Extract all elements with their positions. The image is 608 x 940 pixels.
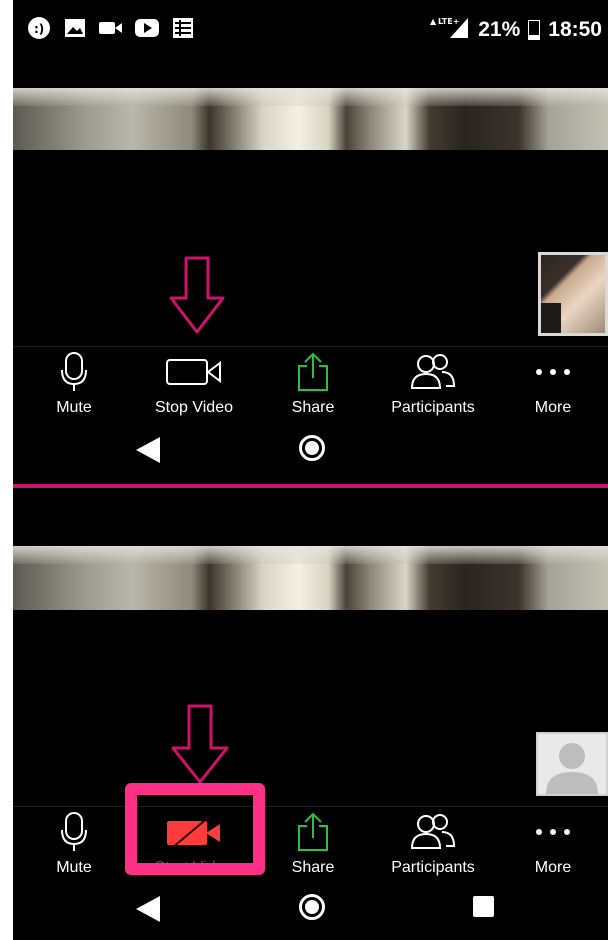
mute-label: Mute: [56, 399, 92, 416]
share-button[interactable]: Share: [253, 347, 373, 422]
participants-label: Participants: [391, 859, 475, 876]
more-button[interactable]: More: [493, 347, 608, 422]
more-label: More: [534, 399, 572, 416]
notification-icons: :): [27, 17, 195, 39]
highlight-box-annotation: [125, 783, 265, 875]
participants-label: Participants: [391, 399, 475, 416]
network-type: LTE+: [438, 17, 459, 26]
clock: 18:50: [548, 18, 602, 41]
svg-text:▲: ▲: [430, 17, 437, 26]
self-video-thumbnail-off[interactable]: [536, 732, 608, 796]
video-camera-icon: [134, 351, 254, 393]
participants-icon: [373, 811, 493, 853]
more-dots-icon: [493, 811, 608, 853]
battery-fill: [529, 35, 540, 39]
remote-video-feed: [13, 546, 608, 610]
annotation-arrow-bottom: [171, 704, 229, 784]
image-icon: [63, 18, 87, 38]
share-icon: [253, 351, 373, 393]
annotation-arrow-top: [169, 256, 225, 334]
home-icon[interactable]: [299, 894, 325, 920]
participants-button[interactable]: Participants: [373, 347, 493, 422]
meeting-toolbar: Mute Stop Video Share Participants More: [13, 346, 608, 422]
status-right: ▲ LTE+ 21% 18:50: [430, 16, 602, 44]
back-icon[interactable]: [136, 896, 160, 922]
participants-button[interactable]: Participants: [373, 807, 493, 882]
status-bar: :) ▲ LTE+ 21% 18:50: [13, 0, 608, 58]
recent-apps-icon[interactable]: [473, 896, 494, 917]
signal-icon: ▲ LTE+: [430, 16, 470, 44]
back-icon[interactable]: [136, 437, 160, 463]
share-button[interactable]: Share: [253, 807, 373, 882]
microphone-icon: [14, 811, 134, 853]
mute-button[interactable]: Mute: [14, 347, 134, 422]
mute-label: Mute: [56, 859, 92, 876]
avatar-placeholder-icon: [546, 743, 598, 794]
svg-text::): :): [34, 22, 44, 36]
video-camera-icon: [99, 18, 123, 38]
stop-video-label: Stop Video: [155, 399, 233, 416]
home-icon[interactable]: [299, 435, 325, 461]
share-label: Share: [291, 859, 335, 876]
share-label: Share: [291, 399, 335, 416]
remote-video-feed: [13, 88, 608, 150]
app-icon: [171, 18, 195, 38]
self-video-thumbnail[interactable]: [538, 252, 608, 336]
more-label: More: [534, 859, 572, 876]
android-nav-bar: [13, 424, 608, 476]
meeting-toolbar: Mute Start Video Share Participants More: [13, 806, 608, 882]
youtube-icon: [135, 18, 159, 38]
participants-icon: [373, 351, 493, 393]
share-icon: [253, 811, 373, 853]
more-dots-icon: [493, 351, 608, 393]
phone-screenshot: :) ▲ LTE+ 21% 18:50 Mute Stop Video Shar…: [13, 0, 608, 940]
more-button[interactable]: More: [493, 807, 608, 882]
stop-video-button[interactable]: Stop Video: [134, 347, 254, 422]
microphone-icon: [14, 351, 134, 393]
screenshot-divider: [13, 484, 608, 488]
chat-bubble-icon: :): [27, 17, 51, 39]
battery-icon: [528, 20, 541, 40]
android-nav-bar: [13, 883, 608, 935]
battery-percent: 21%: [478, 18, 521, 41]
mute-button[interactable]: Mute: [14, 807, 134, 882]
